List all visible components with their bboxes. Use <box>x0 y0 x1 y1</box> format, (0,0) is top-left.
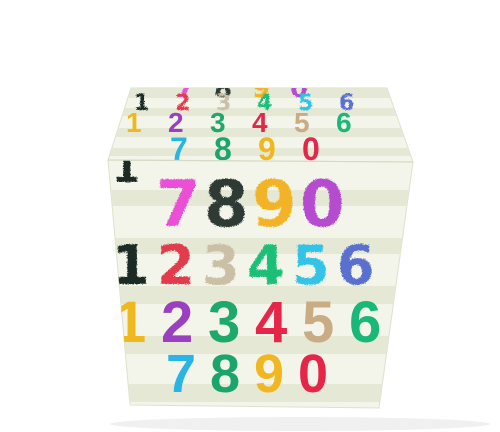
top-face: 7 8 9 01 2 3 4 5 61 2 3 4 5 67 8 9 0 <box>107 87 414 163</box>
cube-digit: 8 <box>204 168 249 242</box>
cube-digit: 2 <box>157 234 195 297</box>
cube-digit: 9 <box>254 344 284 404</box>
cube-digit: 4 <box>247 234 285 297</box>
cube-scene: 7 8 9 01 2 3 4 5 61 2 3 4 5 67 8 9 0 1 7 8 9 01 2 3 4 5 61 2 3 4 5 67… <box>0 0 500 432</box>
cube-digit: 0 <box>300 168 345 242</box>
cube-digit: 6 <box>336 107 352 138</box>
cube-digit: 7 <box>166 344 196 404</box>
cube-digit: 1 <box>126 107 142 138</box>
front-face: 1 7 8 9 01 2 3 4 5 61 2 3 4 5 67 8 9 0 <box>107 159 414 409</box>
cube-digit: 3 <box>202 234 240 297</box>
cube-shadow <box>110 417 490 431</box>
cube-digit: 8 <box>210 344 240 404</box>
cube-digit: 7 <box>156 168 201 242</box>
cube-digit: 9 <box>252 168 297 242</box>
cube-digit: 6 <box>349 290 381 355</box>
cube-digit: 5 <box>292 234 330 297</box>
cube-digit: 0 <box>298 344 328 404</box>
cube-digit: 6 <box>337 234 375 297</box>
